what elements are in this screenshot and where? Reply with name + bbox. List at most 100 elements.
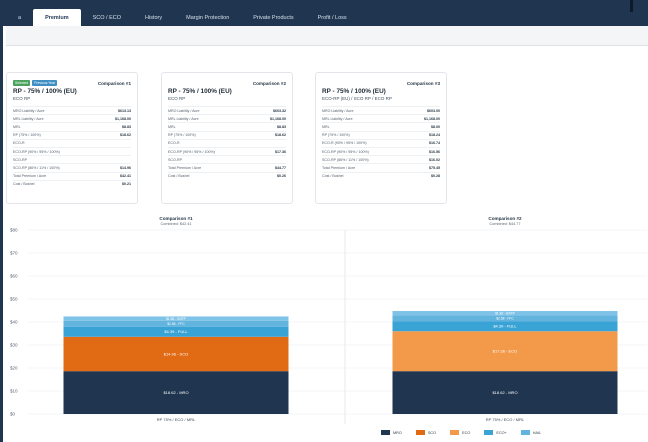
legend-label: MRO xyxy=(393,430,402,435)
comparison-card-2[interactable]: Comparison #2 RP - 75% / 100% (EU) ECO R… xyxy=(161,72,293,204)
row-label: MRO Liability / Acre xyxy=(168,108,200,113)
row-value: $18.62 xyxy=(120,133,131,138)
row-label: ECO-R (90% / 95% / 100%) xyxy=(322,141,367,146)
tab-sco-eco[interactable]: SCO / ECO xyxy=(81,9,133,26)
row-label: MRL xyxy=(13,124,21,129)
row-value: $44.77 xyxy=(275,165,286,170)
row-label: MRO Liability / Acre xyxy=(322,108,354,113)
bar-data-label: $14.96 - SCO xyxy=(164,351,188,356)
row-label: Total Premium / Acre xyxy=(322,165,356,170)
premium-row: ECO-R (90% / 95% / 100%) $16.74 xyxy=(322,138,440,147)
chart-legend: MRO SCO ECO ECO+ HAIL xyxy=(381,430,541,435)
premium-row: ECO-RP (90% / 95% / 100%) $17.36 xyxy=(168,146,286,155)
legend-item[interactable]: HAIL xyxy=(520,430,541,435)
row-label: RP (75% / 100%) xyxy=(168,133,196,138)
legend-item[interactable]: ECO+ xyxy=(484,430,507,435)
tab-premium[interactable]: Premium xyxy=(33,9,81,26)
tab-history[interactable]: History xyxy=(133,9,174,26)
y-tick-label: $40 xyxy=(10,320,18,325)
plan-name: RP - 75% / 100% (EU) xyxy=(322,88,386,95)
premium-row: MRL Liability / Acre $1,168.00 xyxy=(168,114,286,122)
comparison-card-3[interactable]: Comparison #3 RP - 75% / 100% (EU) ECO-R… xyxy=(315,72,447,204)
row-label: Total Premium / Acre xyxy=(13,174,47,179)
row-label: ECO-R xyxy=(13,141,25,146)
stacked-bar-chart: $0 $10 $20 $30 $40 $50 $60 $70 $80 Comparison #1 C… xyxy=(6,214,648,442)
premium-row: ECO-R xyxy=(168,138,286,147)
x-category-label: RP 75% / ECO / MRL xyxy=(486,417,525,422)
row-label: SCO-RP (86% / 11% / 100%) xyxy=(13,165,60,170)
x-category-label: RP 75% / ECO / MRL xyxy=(157,417,196,422)
legend-label: ECO+ xyxy=(496,430,507,435)
legend-swatch xyxy=(520,430,530,435)
tab-partial[interactable]: a xyxy=(6,9,33,26)
row-value: $1,168.00 xyxy=(115,116,131,121)
row-value: $18.62 xyxy=(275,133,286,138)
premium-row: Cost / Bushel $0.26 xyxy=(168,171,286,180)
premium-rows: MRO Liability / Acre $613.13 MRL Liability… xyxy=(13,106,131,188)
row-label: MRL xyxy=(168,124,176,129)
bar-data-label: $18.62 - MRO xyxy=(492,390,517,395)
premium-row: MRO Liability / Acre $603.00 xyxy=(322,106,440,114)
card-title: Comparison #2 xyxy=(252,81,286,86)
legend-swatch xyxy=(415,430,425,435)
premium-row: MRO Liability / Acre $603.32 xyxy=(168,106,286,114)
row-label: MRO Liability / Acre xyxy=(13,108,45,113)
premium-row: MRL Liability / Acre $1,168.00 xyxy=(13,114,131,122)
row-value: $8.83 xyxy=(122,124,131,129)
legend-item[interactable]: SCO xyxy=(415,430,436,435)
bar-data-label: $2.58 - FFC xyxy=(496,316,514,320)
premium-row: Cost / Bushel $0.28 xyxy=(322,171,440,180)
row-label: RP (75% / 100%) xyxy=(322,133,350,138)
row-label: ECO-RP (90% / 95% / 100%) xyxy=(13,149,60,154)
y-tick-label: $80 xyxy=(10,228,18,233)
premium-row: RP (75% / 100%) $18.62 xyxy=(168,130,286,139)
comparison-card-1[interactable]: Comparison #1 Selected Previous Year RP … xyxy=(6,72,138,204)
premium-row: SCO-RP (86% / 11% / 100%) $14.96 xyxy=(13,163,131,171)
row-value: $16.56 xyxy=(429,149,440,154)
legend-item[interactable]: ECO xyxy=(450,430,470,435)
row-value: $8.00 xyxy=(431,124,440,129)
row-label: MRL Liability / Acre xyxy=(322,116,353,121)
y-tick-label: $50 xyxy=(10,297,18,302)
premium-row: RP (75% / 100%) $18.62 xyxy=(13,130,131,139)
window-edge xyxy=(630,0,633,12)
plan-subtitle: ECO-RP (EU) / SCO RP / ECO RP xyxy=(322,96,392,101)
row-label: SCO-RP (86% / 11% / 100%) xyxy=(322,157,369,162)
legend-item[interactable]: MRO xyxy=(381,430,402,435)
legend-swatch xyxy=(450,430,460,435)
premium-row: MRO Liability / Acre $613.13 xyxy=(13,106,131,114)
bar-data-label: $1.86 - BXFP xyxy=(166,317,187,321)
premium-row: MRL $8.00 xyxy=(322,122,440,130)
premium-row: Cost / Bushel $0.21 xyxy=(13,179,131,188)
legend-swatch xyxy=(484,430,494,435)
premium-row: Total Premium / Acre $42.41 xyxy=(13,171,131,180)
premium-row: SCO-RP xyxy=(168,155,286,163)
row-value: $42.41 xyxy=(120,174,131,179)
row-label: MRL xyxy=(322,124,330,129)
bar-data-label: $18.62 - MRO xyxy=(163,390,188,395)
row-value: $613.13 xyxy=(118,108,131,113)
card-title: Comparison #3 xyxy=(406,81,440,86)
row-label: ECO-RP (90% / 95% / 100%) xyxy=(168,149,215,154)
y-tick-label: $30 xyxy=(10,343,18,348)
panel-title: Comparison #1 xyxy=(159,216,193,221)
top-navigation-bar: a Premium SCO / ECO History Margin Prote… xyxy=(3,0,648,26)
app-window: a Premium SCO / ECO History Margin Prote… xyxy=(0,0,648,442)
row-value: $0.26 xyxy=(277,174,286,179)
row-value: $14.96 xyxy=(120,165,131,170)
row-value: $603.32 xyxy=(273,108,286,113)
premium-row: ECO-R xyxy=(13,138,131,147)
row-label: Cost / Bushel xyxy=(13,182,35,187)
row-value: $16.02 xyxy=(429,157,440,162)
premium-rows: MRO Liability / Acre $603.32 MRL Liability… xyxy=(168,106,286,180)
tab-margin-protection[interactable]: Margin Protection xyxy=(174,9,241,26)
y-tick-label: $10 xyxy=(10,389,18,394)
panel-subtitle: Combined: $44.77 xyxy=(489,222,520,226)
row-label: ECO-RP (90% / 95% / 100%) xyxy=(322,149,369,154)
row-value: $0.21 xyxy=(122,182,131,187)
row-value: $18.24 xyxy=(429,133,440,138)
bar-data-label: $1.82 - BXFP xyxy=(495,311,516,315)
y-tick-label: $0 xyxy=(10,412,16,417)
tab-profit-loss[interactable]: Profit / Loss xyxy=(306,9,359,26)
tab-private-products[interactable]: Private Products xyxy=(241,9,305,26)
